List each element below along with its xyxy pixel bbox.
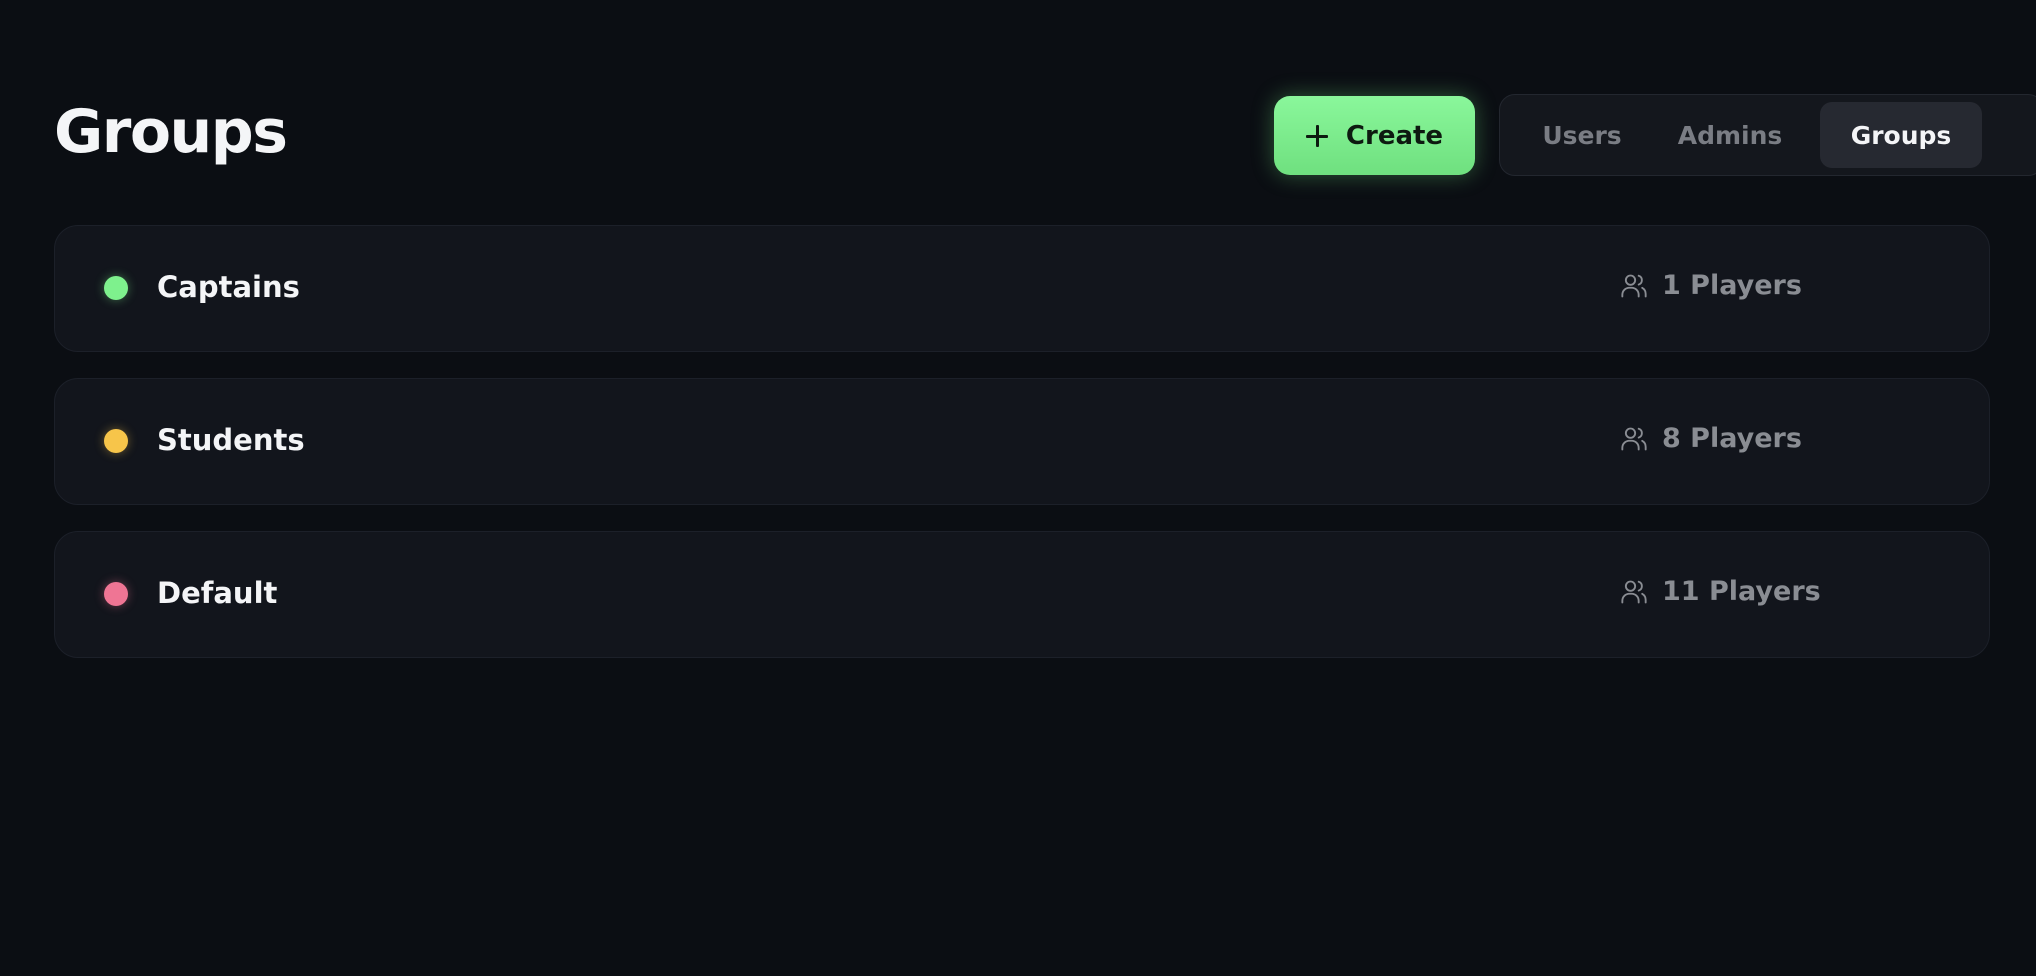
player-count-label: 8 Players	[1662, 423, 1802, 454]
plus-icon	[1305, 124, 1328, 147]
group-name: Default	[157, 576, 278, 610]
player-count: 8 Players	[1620, 423, 1802, 454]
group-list: Captains 1 Players Students 8 Players De…	[54, 225, 1990, 684]
groups-page: Groups Create Users Admins Groups Captai…	[0, 0, 2036, 976]
page-header: Groups Create Users Admins Groups	[54, 94, 2036, 178]
group-row-default[interactable]: Default 11 Players	[54, 531, 1990, 658]
tab-admins[interactable]: Admins	[1660, 102, 1800, 168]
create-button-label: Create	[1345, 120, 1444, 151]
player-count: 1 Players	[1620, 270, 1802, 301]
tab-users[interactable]: Users	[1518, 102, 1646, 168]
group-row-captains[interactable]: Captains 1 Players	[54, 225, 1990, 352]
group-name: Captains	[157, 270, 300, 304]
group-color-dot	[104, 429, 128, 453]
users-icon	[1621, 427, 1647, 450]
group-color-dot	[104, 582, 128, 606]
tab-groups[interactable]: Groups	[1820, 102, 1982, 168]
player-count-label: 11 Players	[1662, 576, 1821, 607]
player-count: 11 Players	[1620, 576, 1821, 607]
users-icon	[1621, 580, 1647, 603]
player-count-label: 1 Players	[1662, 270, 1802, 301]
view-tabs: Users Admins Groups	[1499, 94, 2036, 176]
page-title: Groups	[54, 97, 288, 167]
group-color-dot	[104, 276, 128, 300]
create-button[interactable]: Create	[1274, 96, 1475, 175]
users-icon	[1621, 274, 1647, 297]
group-name: Students	[157, 423, 305, 457]
group-row-students[interactable]: Students 8 Players	[54, 378, 1990, 505]
